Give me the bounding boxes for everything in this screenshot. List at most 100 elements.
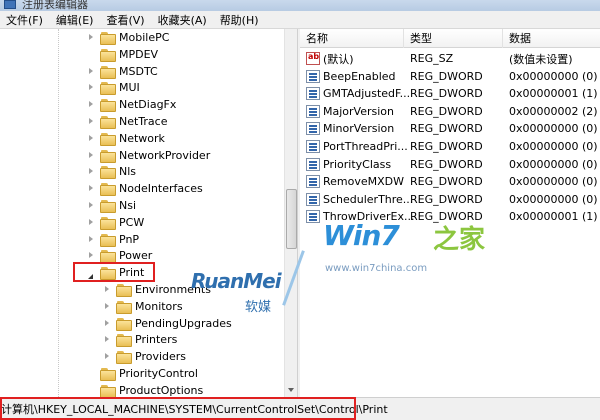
regedit-app-icon	[4, 0, 16, 9]
tree-node-nodeinterfaces[interactable]: NodeInterfaces	[87, 180, 203, 197]
value-name: PortThreadPri...	[323, 140, 408, 153]
folder-icon	[116, 300, 132, 314]
menu-item[interactable]: 帮助(H)	[220, 12, 259, 28]
tree-node-nsi[interactable]: Nsi	[87, 197, 136, 214]
tree-node-networkprovider[interactable]: NetworkProvider	[87, 147, 210, 164]
expand-arrow-icon[interactable]	[103, 352, 112, 361]
value-row[interactable]: GMTAdjustedF... REG_DWORD 0x00000001 (1)	[300, 85, 600, 102]
value-type: REG_DWORD	[410, 210, 483, 224]
menu-item[interactable]: 文件(F)	[6, 12, 43, 28]
expand-arrow-icon[interactable]	[87, 117, 96, 126]
folder-icon	[100, 182, 116, 197]
folder-icon	[100, 384, 116, 397]
expand-arrow-icon[interactable]	[103, 335, 112, 344]
tree-node-nettrace[interactable]: NetTrace	[87, 113, 168, 130]
value-name-cell: ThrowDriverEx...	[306, 210, 415, 224]
value-data: 0x00000000 (0)	[509, 122, 598, 136]
expand-arrow-icon[interactable]	[87, 151, 96, 160]
expand-arrow-icon[interactable]	[87, 100, 96, 109]
tree-scrollbar[interactable]	[284, 29, 297, 397]
tree-node-power[interactable]: Power	[87, 247, 152, 264]
expand-arrow-icon[interactable]	[87, 235, 96, 244]
tree-guide-line	[58, 29, 59, 397]
value-row[interactable]: PriorityClass REG_DWORD 0x00000000 (0)	[300, 156, 600, 173]
expand-arrow-icon[interactable]	[87, 67, 96, 76]
expand-arrow-icon[interactable]	[87, 167, 96, 176]
tree-node-nls[interactable]: Nls	[87, 163, 136, 180]
tree-node-label: Nls	[119, 165, 137, 179]
value-row[interactable]: ThrowDriverEx... REG_DWORD 0x00000001 (1)	[300, 208, 600, 225]
folder-icon	[100, 266, 116, 281]
tree-node-providers[interactable]: Providers	[103, 348, 186, 365]
registry-path: 计算机\HKEY_LOCAL_MACHINE\SYSTEM\CurrentCon…	[1, 403, 388, 416]
tree-node-label: MUI	[119, 81, 140, 95]
expand-arrow-icon[interactable]	[87, 83, 96, 92]
value-name-cell: PriorityClass	[306, 157, 391, 171]
value-name: ThrowDriverEx...	[323, 210, 415, 224]
menu-item[interactable]: 编辑(E)	[56, 12, 94, 28]
value-row[interactable]: MajorVersion REG_DWORD 0x00000002 (2)	[300, 103, 600, 120]
expand-arrow-icon	[87, 50, 96, 59]
tree-node-prioritycontrol[interactable]: PriorityControl	[87, 365, 198, 382]
menu-item[interactable]: 收藏夹(A)	[158, 12, 207, 28]
value-row[interactable]: BeepEnabled REG_DWORD 0x00000000 (0)	[300, 68, 600, 85]
value-name-cell: MinorVersion	[306, 122, 395, 136]
value-data: 0x00000000 (0)	[509, 140, 598, 153]
expand-arrow-open-icon[interactable]	[87, 268, 96, 280]
folder-icon	[100, 199, 116, 213]
menu-item[interactable]: 查看(V)	[106, 12, 144, 28]
value-row[interactable]: (默认) REG_SZ (数值未设置)	[300, 50, 600, 67]
tree-node-network[interactable]: Network	[87, 130, 165, 147]
value-type: REG_DWORD	[410, 175, 483, 189]
folder-icon	[100, 81, 116, 96]
tree-node-label: MPDEV	[119, 47, 159, 61]
tree-node-label: NetworkProvider	[119, 148, 211, 162]
expand-arrow-icon[interactable]	[87, 251, 96, 260]
tree-node-environments[interactable]: Environments	[103, 281, 211, 298]
column-header-name[interactable]: 名称	[300, 29, 404, 48]
tree-node-mui[interactable]: MUI	[87, 79, 140, 96]
dword-value-icon	[306, 175, 320, 189]
expand-arrow-icon[interactable]	[87, 184, 96, 193]
tree-node-mpdev[interactable]: MPDEV	[87, 46, 158, 63]
folder-icon	[100, 65, 116, 79]
tree-node-label: Network	[119, 131, 165, 145]
column-header-type[interactable]: 类型	[404, 29, 503, 48]
tree-node-monitors[interactable]: Monitors	[103, 298, 183, 315]
expand-arrow-icon[interactable]	[87, 218, 96, 227]
expand-arrow-icon	[87, 386, 96, 395]
tree-node-label: Print	[119, 266, 145, 280]
expand-arrow-icon[interactable]	[103, 302, 112, 311]
expand-arrow-icon[interactable]	[87, 33, 96, 42]
scrollbar-thumb[interactable]	[286, 189, 297, 249]
tree-node-pendingupgrades[interactable]: PendingUpgrades	[103, 315, 232, 332]
value-row[interactable]: RemoveMXDW REG_DWORD 0x00000000 (0)	[300, 173, 600, 190]
tree-node-label: PriorityControl	[119, 367, 198, 380]
tree-node-productoptions[interactable]: ProductOptions	[87, 382, 203, 397]
value-data: 0x00000001 (1)	[509, 210, 598, 224]
value-data: 0x00000002 (2)	[509, 104, 598, 118]
folder-icon	[116, 317, 132, 331]
tree-node-label: Power	[119, 249, 153, 263]
folder-icon	[100, 367, 116, 381]
tree-node-mobilepc[interactable]: MobilePC	[87, 29, 169, 46]
value-row[interactable]: PortThreadPri... REG_DWORD 0x00000000 (0)	[300, 138, 600, 155]
tree-node-netdiagfx[interactable]: NetDiagFx	[87, 96, 176, 113]
column-header-data[interactable]: 数据	[503, 29, 600, 48]
expand-arrow-icon[interactable]	[103, 285, 112, 294]
value-name: MinorVersion	[323, 122, 395, 136]
value-row[interactable]: MinorVersion REG_DWORD 0x00000000 (0)	[300, 120, 600, 137]
folder-icon	[116, 333, 132, 348]
folder-icon	[100, 31, 116, 45]
tree-node-print[interactable]: Print	[87, 264, 144, 281]
folder-icon	[100, 132, 116, 146]
tree-node-printers[interactable]: Printers	[103, 331, 177, 348]
tree-node-pnp[interactable]: PnP	[87, 231, 139, 248]
value-row[interactable]: SchedulerThre... REG_DWORD 0x00000000 (0)	[300, 191, 600, 208]
expand-arrow-icon[interactable]	[87, 134, 96, 143]
expand-arrow-icon[interactable]	[87, 201, 96, 210]
expand-arrow-icon[interactable]	[103, 319, 112, 328]
tree-node-msdtc[interactable]: MSDTC	[87, 63, 158, 80]
menu-bar: 文件(F) 编辑(E) 查看(V) 收藏夹(A) 帮助(H)	[0, 11, 600, 29]
tree-node-pcw[interactable]: PCW	[87, 214, 144, 231]
